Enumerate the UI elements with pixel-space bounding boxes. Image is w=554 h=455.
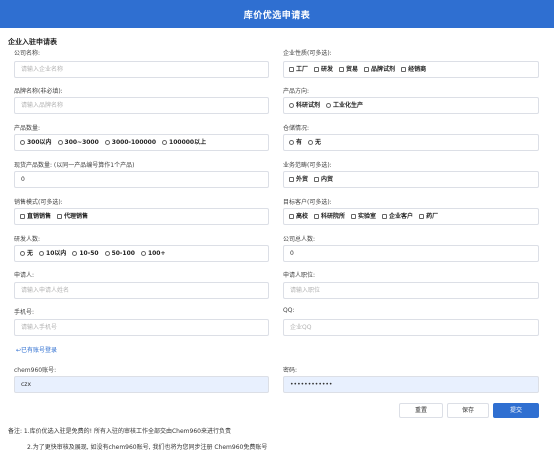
checkbox-icon bbox=[57, 213, 63, 219]
radio-icon bbox=[140, 250, 146, 256]
password-label: 密码: bbox=[283, 367, 298, 374]
checkbox-icon bbox=[339, 66, 345, 72]
save-button[interactable]: 保存 bbox=[447, 403, 489, 418]
product-count-option[interactable]: 300以内 bbox=[20, 135, 52, 150]
checkbox-icon bbox=[289, 213, 294, 219]
existing-account-login-link[interactable]: ↩已有账号登录 bbox=[16, 345, 57, 354]
account-input[interactable]: czx bbox=[14, 376, 269, 393]
stock-count-input[interactable]: 0 bbox=[14, 171, 269, 188]
rd-staff-option[interactable]: 100+ bbox=[140, 246, 166, 261]
company-type-option[interactable]: 贸易 bbox=[339, 62, 358, 77]
rd-staff-option[interactable]: 10-50 bbox=[72, 246, 99, 261]
radio-icon bbox=[39, 250, 45, 256]
company-type-option[interactable]: 品牌试剂 bbox=[364, 62, 395, 77]
radio-icon bbox=[57, 139, 63, 145]
radio-icon bbox=[162, 139, 168, 145]
product-count-label: 产品数量: bbox=[14, 125, 41, 132]
target-customers-option[interactable]: 科研院所 bbox=[314, 209, 345, 224]
applicant-label: 申请人: bbox=[14, 272, 35, 279]
note-line-1: 备注: 1.库价优选入驻是免费的! 所有入驻的审核工作全部交由Chem960来进… bbox=[8, 428, 231, 435]
checkbox-icon bbox=[314, 66, 320, 72]
rd-staff-option[interactable]: 10以内 bbox=[39, 246, 66, 261]
radio-icon bbox=[289, 139, 294, 145]
company-name-label: 公司名称: bbox=[14, 50, 41, 57]
checkbox-icon bbox=[351, 213, 357, 219]
brand-name-input[interactable]: 请输入品牌名称 bbox=[14, 97, 269, 114]
applicant-position-label: 申请人职位: bbox=[283, 272, 316, 279]
company-type-label: 企业性质(可多选): bbox=[283, 50, 332, 57]
page-header: 库价优选申请表 bbox=[0, 0, 554, 28]
product-count-option[interactable]: 100000以上 bbox=[162, 135, 206, 150]
checkbox-icon bbox=[314, 176, 320, 182]
brand-name-label: 品牌名称(非必填): bbox=[14, 88, 63, 95]
checkbox-icon bbox=[364, 66, 370, 72]
rd-staff-label: 研发人数: bbox=[14, 236, 41, 243]
radio-icon bbox=[326, 102, 332, 108]
phone-label: 手机号: bbox=[14, 309, 35, 316]
product-count-option[interactable]: 300~3000 bbox=[57, 135, 99, 150]
section-title: 企业入驻申请表 bbox=[8, 38, 57, 46]
radio-icon bbox=[20, 139, 25, 145]
rd-staff-group: 无 10以内 10-50 50-100 100+ bbox=[14, 245, 269, 262]
warehouse-group: 有无 bbox=[283, 134, 539, 151]
business-scope-group: 外贸 内贸 bbox=[283, 171, 539, 188]
stock-count-label: 现货产品数量: (以同一产品编号算作1个产品) bbox=[14, 162, 135, 169]
account-label: chem960账号: bbox=[14, 367, 57, 374]
target-customers-option[interactable]: 高校 bbox=[289, 209, 308, 224]
warehouse-label: 仓储情况: bbox=[283, 125, 310, 132]
sales-mode-option[interactable]: 直销销售 bbox=[20, 209, 51, 224]
total-staff-input[interactable]: 0 bbox=[283, 245, 539, 262]
company-type-group: 工厂 研发 贸易 品牌试剂 经销商 bbox=[283, 61, 539, 78]
product-count-option[interactable]: 3000-100000 bbox=[104, 135, 156, 150]
radio-icon bbox=[72, 250, 78, 256]
warehouse-option[interactable]: 无 bbox=[308, 135, 321, 150]
company-type-option[interactable]: 经销商 bbox=[401, 62, 426, 77]
product-direction-option[interactable]: 科研试剂 bbox=[289, 98, 320, 113]
target-customers-option[interactable]: 药厂 bbox=[419, 209, 438, 224]
page-title: 库价优选申请表 bbox=[243, 11, 311, 21]
submit-button[interactable]: 提交 bbox=[493, 403, 539, 418]
warehouse-option[interactable]: 有 bbox=[289, 135, 302, 150]
business-scope-option[interactable]: 外贸 bbox=[289, 172, 308, 187]
checkbox-icon bbox=[382, 213, 388, 219]
radio-icon bbox=[104, 250, 110, 256]
applicant-position-input[interactable]: 请输入职位 bbox=[283, 282, 539, 299]
checkbox-icon bbox=[20, 213, 25, 219]
checkbox-icon bbox=[314, 213, 320, 219]
note-line-2: 2.为了更快审核及展现, 如没有chem960账号, 我们也将为您同步注册 Ch… bbox=[27, 444, 268, 451]
business-scope-option[interactable]: 内贸 bbox=[314, 172, 333, 187]
qq-label: QQ: bbox=[283, 307, 295, 314]
company-type-option[interactable]: 研发 bbox=[314, 62, 333, 77]
radio-icon bbox=[308, 139, 314, 145]
sales-mode-option[interactable]: 代理销售 bbox=[57, 209, 88, 224]
sales-mode-label: 销售模式(可多选): bbox=[14, 199, 63, 206]
rd-staff-option[interactable]: 50-100 bbox=[104, 246, 135, 261]
radio-icon bbox=[289, 102, 294, 108]
total-staff-label: 公司总人数: bbox=[283, 236, 316, 243]
company-name-input[interactable]: 请输入企业名称 bbox=[14, 61, 269, 78]
radio-icon bbox=[20, 250, 25, 256]
checkbox-icon bbox=[401, 66, 407, 72]
product-count-group: 300以内 300~3000 3000-100000 100000以上 bbox=[14, 134, 269, 151]
rd-staff-option[interactable]: 无 bbox=[20, 246, 33, 261]
company-type-option[interactable]: 工厂 bbox=[289, 62, 308, 77]
target-customers-option[interactable]: 实验室 bbox=[351, 209, 376, 224]
qq-input[interactable]: 企业QQ bbox=[283, 319, 539, 336]
business-scope-label: 业务范畴(可多选): bbox=[283, 162, 332, 169]
applicant-input[interactable]: 请输入申请人姓名 bbox=[14, 282, 269, 299]
reset-button[interactable]: 重置 bbox=[399, 403, 443, 418]
password-input[interactable]: •••••••••••• bbox=[283, 376, 539, 393]
checkbox-icon bbox=[289, 176, 294, 182]
phone-input[interactable]: 请输入手机号 bbox=[14, 319, 269, 336]
checkbox-icon bbox=[419, 213, 425, 219]
target-customers-label: 目标客户(可多选): bbox=[283, 199, 332, 206]
product-direction-label: 产品方向: bbox=[283, 88, 310, 95]
product-direction-group: 科研试剂 工业化生产 bbox=[283, 97, 539, 114]
target-customers-group: 高校 科研院所 实验室 企业客户 药厂 bbox=[283, 208, 539, 225]
product-direction-option[interactable]: 工业化生产 bbox=[326, 98, 363, 113]
target-customers-option[interactable]: 企业客户 bbox=[382, 209, 413, 224]
sales-mode-group: 直销销售 代理销售 bbox=[14, 208, 269, 225]
radio-icon bbox=[104, 139, 110, 145]
checkbox-icon bbox=[289, 66, 294, 72]
